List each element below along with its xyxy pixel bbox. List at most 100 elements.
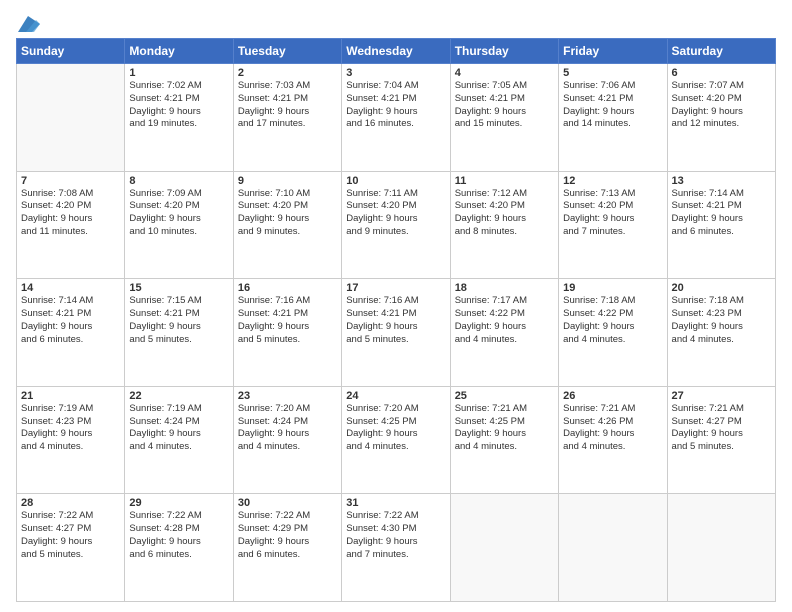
calendar-week-row: 7Sunrise: 7:08 AMSunset: 4:20 PMDaylight…	[17, 171, 776, 279]
calendar-cell	[450, 494, 558, 602]
day-number: 23	[238, 390, 337, 402]
weekday-header: Friday	[559, 39, 667, 64]
day-info: Sunrise: 7:15 AMSunset: 4:21 PMDaylight:…	[129, 295, 228, 346]
day-number: 17	[346, 282, 445, 294]
calendar-cell: 19Sunrise: 7:18 AMSunset: 4:22 PMDayligh…	[559, 279, 667, 387]
calendar-cell: 31Sunrise: 7:22 AMSunset: 4:30 PMDayligh…	[342, 494, 450, 602]
day-info: Sunrise: 7:18 AMSunset: 4:23 PMDaylight:…	[672, 295, 771, 346]
day-number: 3	[346, 67, 445, 79]
page: SundayMondayTuesdayWednesdayThursdayFrid…	[0, 0, 792, 612]
day-number: 11	[455, 175, 554, 187]
day-number: 19	[563, 282, 662, 294]
day-info: Sunrise: 7:20 AMSunset: 4:24 PMDaylight:…	[238, 403, 337, 454]
day-number: 14	[21, 282, 120, 294]
calendar-cell: 1Sunrise: 7:02 AMSunset: 4:21 PMDaylight…	[125, 64, 233, 172]
day-info: Sunrise: 7:08 AMSunset: 4:20 PMDaylight:…	[21, 188, 120, 239]
calendar-cell: 12Sunrise: 7:13 AMSunset: 4:20 PMDayligh…	[559, 171, 667, 279]
calendar-cell: 21Sunrise: 7:19 AMSunset: 4:23 PMDayligh…	[17, 386, 125, 494]
day-info: Sunrise: 7:16 AMSunset: 4:21 PMDaylight:…	[238, 295, 337, 346]
calendar-cell: 13Sunrise: 7:14 AMSunset: 4:21 PMDayligh…	[667, 171, 775, 279]
day-info: Sunrise: 7:04 AMSunset: 4:21 PMDaylight:…	[346, 80, 445, 131]
day-info: Sunrise: 7:14 AMSunset: 4:21 PMDaylight:…	[21, 295, 120, 346]
day-info: Sunrise: 7:06 AMSunset: 4:21 PMDaylight:…	[563, 80, 662, 131]
day-number: 25	[455, 390, 554, 402]
calendar-cell: 14Sunrise: 7:14 AMSunset: 4:21 PMDayligh…	[17, 279, 125, 387]
day-number: 27	[672, 390, 771, 402]
day-info: Sunrise: 7:19 AMSunset: 4:23 PMDaylight:…	[21, 403, 120, 454]
calendar-cell: 29Sunrise: 7:22 AMSunset: 4:28 PMDayligh…	[125, 494, 233, 602]
day-info: Sunrise: 7:14 AMSunset: 4:21 PMDaylight:…	[672, 188, 771, 239]
day-number: 30	[238, 497, 337, 509]
calendar-cell: 24Sunrise: 7:20 AMSunset: 4:25 PMDayligh…	[342, 386, 450, 494]
day-number: 13	[672, 175, 771, 187]
day-number: 18	[455, 282, 554, 294]
day-info: Sunrise: 7:09 AMSunset: 4:20 PMDaylight:…	[129, 188, 228, 239]
calendar-cell: 17Sunrise: 7:16 AMSunset: 4:21 PMDayligh…	[342, 279, 450, 387]
day-number: 4	[455, 67, 554, 79]
day-number: 29	[129, 497, 228, 509]
calendar-cell: 9Sunrise: 7:10 AMSunset: 4:20 PMDaylight…	[233, 171, 341, 279]
calendar-cell: 26Sunrise: 7:21 AMSunset: 4:26 PMDayligh…	[559, 386, 667, 494]
day-number: 21	[21, 390, 120, 402]
calendar-cell: 6Sunrise: 7:07 AMSunset: 4:20 PMDaylight…	[667, 64, 775, 172]
calendar-cell: 7Sunrise: 7:08 AMSunset: 4:20 PMDaylight…	[17, 171, 125, 279]
day-info: Sunrise: 7:05 AMSunset: 4:21 PMDaylight:…	[455, 80, 554, 131]
calendar-cell: 22Sunrise: 7:19 AMSunset: 4:24 PMDayligh…	[125, 386, 233, 494]
day-info: Sunrise: 7:13 AMSunset: 4:20 PMDaylight:…	[563, 188, 662, 239]
calendar-cell: 11Sunrise: 7:12 AMSunset: 4:20 PMDayligh…	[450, 171, 558, 279]
day-info: Sunrise: 7:12 AMSunset: 4:20 PMDaylight:…	[455, 188, 554, 239]
day-info: Sunrise: 7:21 AMSunset: 4:26 PMDaylight:…	[563, 403, 662, 454]
day-info: Sunrise: 7:17 AMSunset: 4:22 PMDaylight:…	[455, 295, 554, 346]
day-number: 8	[129, 175, 228, 187]
day-info: Sunrise: 7:03 AMSunset: 4:21 PMDaylight:…	[238, 80, 337, 131]
day-info: Sunrise: 7:22 AMSunset: 4:28 PMDaylight:…	[129, 510, 228, 561]
calendar-cell: 8Sunrise: 7:09 AMSunset: 4:20 PMDaylight…	[125, 171, 233, 279]
calendar: SundayMondayTuesdayWednesdayThursdayFrid…	[16, 38, 776, 602]
calendar-cell: 28Sunrise: 7:22 AMSunset: 4:27 PMDayligh…	[17, 494, 125, 602]
calendar-week-row: 28Sunrise: 7:22 AMSunset: 4:27 PMDayligh…	[17, 494, 776, 602]
calendar-cell: 5Sunrise: 7:06 AMSunset: 4:21 PMDaylight…	[559, 64, 667, 172]
logo	[16, 14, 40, 32]
day-info: Sunrise: 7:18 AMSunset: 4:22 PMDaylight:…	[563, 295, 662, 346]
calendar-cell: 27Sunrise: 7:21 AMSunset: 4:27 PMDayligh…	[667, 386, 775, 494]
day-number: 28	[21, 497, 120, 509]
calendar-week-row: 1Sunrise: 7:02 AMSunset: 4:21 PMDaylight…	[17, 64, 776, 172]
day-number: 20	[672, 282, 771, 294]
day-number: 26	[563, 390, 662, 402]
calendar-week-row: 21Sunrise: 7:19 AMSunset: 4:23 PMDayligh…	[17, 386, 776, 494]
day-number: 5	[563, 67, 662, 79]
weekday-header: Tuesday	[233, 39, 341, 64]
weekday-header: Wednesday	[342, 39, 450, 64]
day-info: Sunrise: 7:07 AMSunset: 4:20 PMDaylight:…	[672, 80, 771, 131]
calendar-cell: 10Sunrise: 7:11 AMSunset: 4:20 PMDayligh…	[342, 171, 450, 279]
day-info: Sunrise: 7:22 AMSunset: 4:29 PMDaylight:…	[238, 510, 337, 561]
day-info: Sunrise: 7:21 AMSunset: 4:25 PMDaylight:…	[455, 403, 554, 454]
day-number: 9	[238, 175, 337, 187]
weekday-header: Saturday	[667, 39, 775, 64]
day-number: 22	[129, 390, 228, 402]
weekday-header: Thursday	[450, 39, 558, 64]
weekday-header: Sunday	[17, 39, 125, 64]
day-info: Sunrise: 7:20 AMSunset: 4:25 PMDaylight:…	[346, 403, 445, 454]
day-number: 2	[238, 67, 337, 79]
calendar-cell: 2Sunrise: 7:03 AMSunset: 4:21 PMDaylight…	[233, 64, 341, 172]
calendar-header-row: SundayMondayTuesdayWednesdayThursdayFrid…	[17, 39, 776, 64]
logo-icon	[18, 16, 40, 32]
calendar-cell: 16Sunrise: 7:16 AMSunset: 4:21 PMDayligh…	[233, 279, 341, 387]
calendar-cell: 18Sunrise: 7:17 AMSunset: 4:22 PMDayligh…	[450, 279, 558, 387]
calendar-cell: 3Sunrise: 7:04 AMSunset: 4:21 PMDaylight…	[342, 64, 450, 172]
calendar-cell: 20Sunrise: 7:18 AMSunset: 4:23 PMDayligh…	[667, 279, 775, 387]
day-number: 6	[672, 67, 771, 79]
day-info: Sunrise: 7:11 AMSunset: 4:20 PMDaylight:…	[346, 188, 445, 239]
header	[16, 10, 776, 32]
day-info: Sunrise: 7:22 AMSunset: 4:27 PMDaylight:…	[21, 510, 120, 561]
calendar-cell: 4Sunrise: 7:05 AMSunset: 4:21 PMDaylight…	[450, 64, 558, 172]
calendar-cell: 23Sunrise: 7:20 AMSunset: 4:24 PMDayligh…	[233, 386, 341, 494]
calendar-cell	[559, 494, 667, 602]
calendar-cell	[17, 64, 125, 172]
day-number: 1	[129, 67, 228, 79]
calendar-cell: 30Sunrise: 7:22 AMSunset: 4:29 PMDayligh…	[233, 494, 341, 602]
day-info: Sunrise: 7:19 AMSunset: 4:24 PMDaylight:…	[129, 403, 228, 454]
day-number: 10	[346, 175, 445, 187]
calendar-cell	[667, 494, 775, 602]
